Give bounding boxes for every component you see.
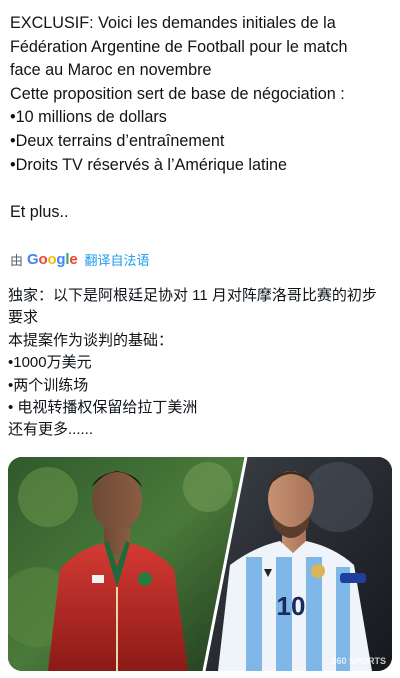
translated-text: 独家：以下是阿根廷足协对 11 月对阵摩洛哥比赛的初步 要求 本提案作为谈判的基… — [8, 285, 396, 442]
translated-by-label: 由 — [10, 253, 24, 268]
translated-line: •1000万美元 — [8, 354, 92, 372]
svg-text:10: 10 — [277, 591, 306, 621]
translated-line: 要求 — [8, 309, 39, 327]
translated-line: • 电视转播权保留给拉丁美洲 — [8, 399, 198, 417]
google-logo: Google — [27, 251, 78, 268]
tweet-line: Cette proposition sert de base de négoci… — [10, 84, 345, 103]
players-photo: 10 — [8, 457, 392, 671]
translated-line: 本提案作为谈判的基础： — [8, 331, 174, 349]
translated-line: 还有更多...... — [8, 421, 94, 439]
translate-link[interactable]: 翻译自法语 — [85, 250, 150, 269]
tweet-line: •Deux terrains d’entraînement — [10, 131, 225, 150]
tweet-line: •Droits TV réservés à l’Amérique latine — [10, 155, 288, 174]
tweet-media-image[interactable]: 10 360 SPORTS — [8, 457, 392, 671]
translate-bar: 由 Google 翻译自法语 — [10, 250, 150, 269]
tweet-line: face au Maroc en novembre — [10, 61, 212, 80]
media-watermark: 360 SPORTS — [331, 656, 386, 666]
tweet-line: Et plus.. — [10, 202, 69, 221]
tweet-line: EXCLUSIF: Voici les demandes initiales d… — [10, 14, 336, 32]
translated-line: 独家：以下是阿根廷足协对 11 月对阵摩洛哥比赛的初步 — [8, 287, 377, 304]
tweet-line: Fédération Argentine de Football pour le… — [10, 37, 348, 56]
translated-line: •两个训练场 — [8, 376, 89, 394]
tweet-text: EXCLUSIF: Voici les demandes initiales d… — [10, 12, 394, 224]
tweet-line: •10 millions de dollars — [10, 108, 167, 127]
